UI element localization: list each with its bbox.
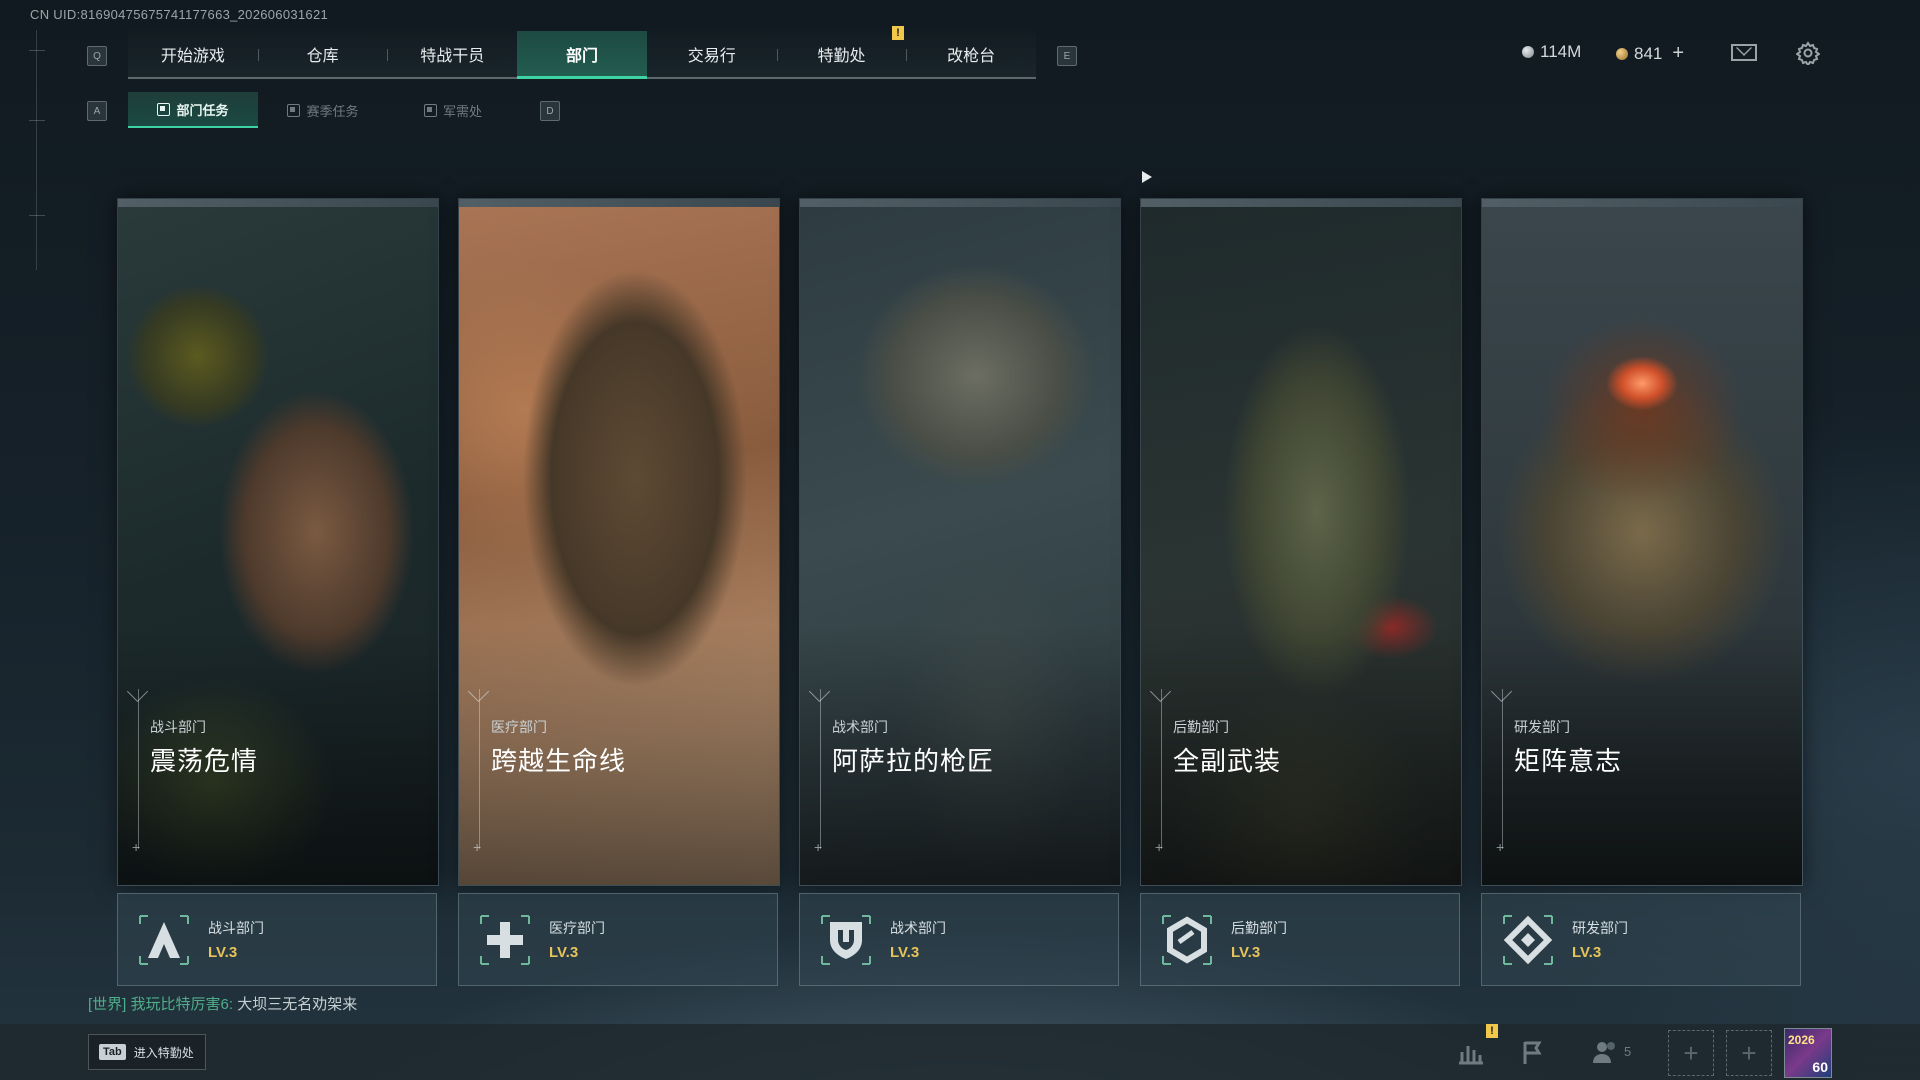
department-panel-combat[interactable]: 战斗部门 LV.3 — [117, 893, 437, 986]
sub-nav: 部门任务 赛季任务 军需处 — [128, 92, 518, 128]
badge-year: 2026 — [1788, 1033, 1815, 1047]
mission-card-research[interactable]: 研发部门 矩阵意志 + — [1481, 198, 1803, 886]
department-panel-tactical[interactable]: 战术部门 LV.3 — [799, 893, 1119, 986]
mail-icon[interactable] — [1731, 44, 1757, 61]
party-slot-1-add-button[interactable]: + — [1668, 1030, 1714, 1076]
bottom-bar — [0, 1024, 1920, 1080]
card-category: 战术部门 — [832, 719, 888, 735]
subnav-next-key-hint[interactable]: D — [540, 101, 560, 121]
tab-operators[interactable]: 特战干员 — [387, 31, 517, 77]
department-panel-medical[interactable]: 医疗部门 LV.3 — [458, 893, 778, 986]
department-panel-research[interactable]: 研发部门 LV.3 — [1481, 893, 1801, 986]
combat-a-icon — [139, 915, 189, 965]
department-level: LV.3 — [1572, 944, 1602, 961]
special-service-alert-badge: ! — [892, 26, 904, 40]
department-name: 战斗部门 — [208, 920, 264, 936]
nav-prev-key-hint[interactable]: Q — [87, 46, 107, 66]
world-chat-line[interactable]: [世界] 我玩比特厉害6: 大坝三无名劝架来 — [88, 993, 357, 1014]
task-icon — [157, 102, 171, 116]
tab-key-hint: Tab — [99, 1044, 126, 1060]
subtab-label: 军需处 — [442, 103, 482, 119]
party-slot-2-add-button[interactable]: + — [1726, 1030, 1772, 1076]
friends-icon[interactable] — [1590, 1038, 1620, 1066]
card-plus-icon: + — [814, 839, 823, 855]
department-level: LV.3 — [208, 944, 238, 961]
card-title: 震荡危情 — [150, 746, 259, 776]
department-level: LV.3 — [890, 944, 920, 961]
left-decor-rail — [29, 30, 51, 270]
card-category: 战斗部门 — [150, 719, 206, 735]
mission-card-logistics[interactable]: 后勤部门 全副武装 + — [1140, 198, 1462, 886]
department-name: 战术部门 — [890, 920, 946, 936]
card-title: 跨越生命线 — [491, 746, 627, 776]
card-plus-icon: + — [132, 839, 141, 855]
tab-trading[interactable]: 交易行 — [647, 31, 777, 77]
subnav-prev-key-hint[interactable]: A — [87, 101, 107, 121]
subtab-season-tasks[interactable]: 赛季任务 — [258, 92, 388, 128]
gold-coin-icon — [1616, 47, 1628, 60]
gold-currency: 841 + — [1616, 42, 1684, 65]
chat-channel: [世界] — [88, 996, 127, 1013]
subtab-quartermaster[interactable]: 军需处 — [388, 92, 518, 128]
player-level: 60 — [1812, 1059, 1828, 1075]
silver-currency: 114M — [1522, 42, 1581, 62]
tactical-shield-icon — [821, 915, 871, 965]
stats-alert-badge: ! — [1486, 1024, 1498, 1038]
card-category: 后勤部门 — [1173, 719, 1229, 735]
uid-label: CN UID:816904756757411776​63_20260603162… — [30, 7, 329, 22]
subtab-department-tasks[interactable]: 部门任务 — [128, 92, 258, 128]
card-title: 矩阵意志 — [1514, 746, 1623, 776]
card-category: 研发部门 — [1514, 719, 1570, 735]
research-diamond-icon — [1503, 915, 1553, 965]
subtab-label: 部门任务 — [176, 102, 229, 118]
department-level: LV.3 — [1231, 944, 1261, 961]
silver-amount: 114M — [1540, 42, 1582, 61]
logistics-hex-icon — [1162, 915, 1212, 965]
mission-card-medical[interactable]: 医疗部门 跨越生命线 + — [458, 198, 780, 886]
card-plus-icon: + — [1155, 839, 1164, 855]
friends-online-count: 5 — [1624, 1044, 1632, 1059]
tab-gunsmith[interactable]: 改枪台 — [906, 31, 1036, 77]
season-icon — [287, 103, 301, 117]
card-plus-icon: + — [1496, 839, 1505, 855]
mission-card-tactical[interactable]: 战术部门 阿萨拉的枪匠 + — [799, 198, 1121, 886]
enter-special-service-label: 进入特勤处 — [133, 1045, 194, 1060]
subtab-label: 赛季任务 — [306, 103, 359, 119]
enter-special-service-button[interactable]: Tab 进入特勤处 — [88, 1034, 206, 1070]
quartermaster-icon — [423, 103, 437, 117]
tab-warehouse[interactable]: 仓库 — [257, 31, 388, 77]
card-title: 阿萨拉的枪匠 — [832, 746, 995, 776]
mouse-cursor-icon — [1142, 171, 1152, 183]
gear-icon[interactable] — [1796, 41, 1820, 65]
card-category: 医疗部门 — [491, 719, 547, 735]
stats-icon[interactable] — [1456, 1038, 1486, 1066]
department-name: 医疗部门 — [549, 920, 605, 936]
department-panel-logistics[interactable]: 后勤部门 LV.3 — [1140, 893, 1460, 986]
department-name: 后勤部门 — [1231, 920, 1287, 936]
tab-start-game[interactable]: 开始游戏 — [128, 31, 258, 77]
card-plus-icon: + — [473, 839, 482, 855]
tab-special-service[interactable]: 特勤处 — [776, 31, 907, 77]
medical-cross-icon — [480, 915, 530, 965]
nav-next-key-hint[interactable]: E — [1057, 46, 1077, 66]
player-avatar-badge[interactable]: 2026 60 — [1784, 1028, 1832, 1078]
gold-amount: 841 — [1634, 43, 1663, 63]
department-level: LV.3 — [549, 944, 579, 961]
silver-coin-icon — [1522, 46, 1534, 58]
tab-departments[interactable]: 部门 — [517, 31, 647, 79]
card-title: 全副武装 — [1173, 746, 1282, 776]
card-topbar — [118, 199, 438, 207]
chat-message: 大坝三无名劝架来 — [237, 996, 358, 1013]
add-gold-button[interactable]: + — [1672, 42, 1684, 65]
flag-icon[interactable] — [1518, 1038, 1548, 1066]
mission-card-combat[interactable]: 战斗部门 震荡危情 + — [117, 198, 439, 886]
department-name: 研发部门 — [1572, 920, 1628, 936]
chat-user: 我玩比特厉害6: — [130, 996, 234, 1013]
